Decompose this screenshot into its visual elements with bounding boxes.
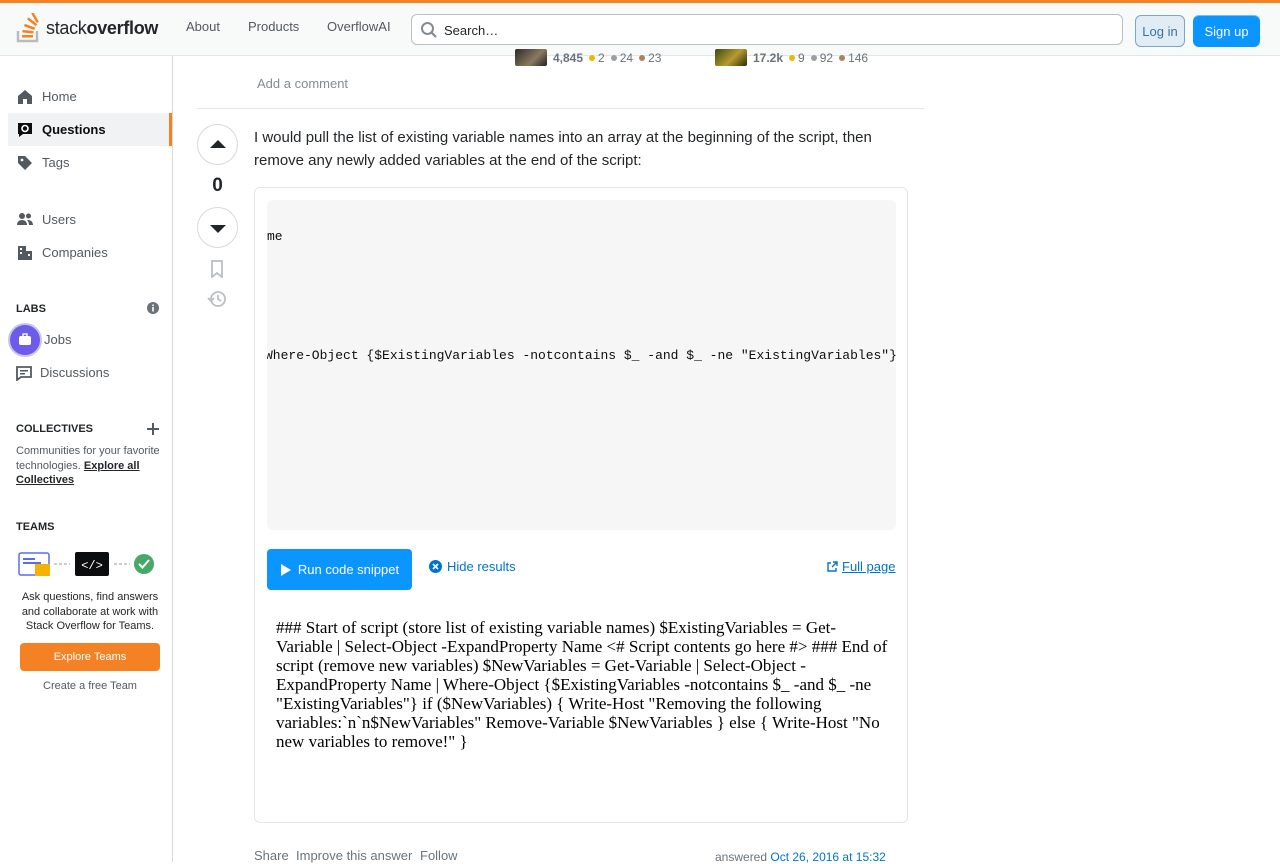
companies-icon (18, 245, 32, 260)
search-box[interactable] (411, 14, 1123, 45)
code-snippet: me Where-Object {$ExistingVariables -not… (254, 187, 908, 823)
silver-badges: 24 (610, 51, 633, 65)
arrow-up-icon (209, 139, 226, 148)
answer-body: I would pull the list of existing variab… (254, 129, 872, 169)
bronze-badges: 23 (639, 51, 661, 65)
gold-badges: 9 (789, 51, 805, 65)
nav-overflowai[interactable]: OverflowAI (327, 19, 391, 34)
home-icon (18, 89, 32, 104)
stack-logo-icon (16, 13, 39, 43)
share-link[interactable]: Share (254, 848, 289, 863)
collectives-blurb: Communities for your favorite technologi… (16, 445, 160, 486)
reputation: 4,845 (553, 50, 584, 65)
labs-header: LABS (16, 303, 46, 315)
gold-badges: 2 (589, 51, 605, 65)
collectives-header: COLLECTIVES (16, 423, 94, 435)
search-icon (421, 22, 437, 38)
login-button[interactable]: Log in (1135, 15, 1185, 47)
create-team-link[interactable]: Create a free Team (16, 679, 164, 694)
sidebar-item-label: Discussions (40, 365, 110, 380)
plus-icon[interactable] (147, 423, 159, 435)
users-icon (17, 212, 33, 225)
code-line: Where-Object {$ExistingVariables -notcon… (267, 348, 896, 363)
explore-teams-button[interactable]: Explore Teams (20, 643, 160, 671)
play-icon (280, 563, 291, 576)
avatar[interactable] (515, 49, 547, 66)
teams-illustration: </> (18, 552, 154, 576)
jobs-icon (10, 324, 40, 355)
sidebar-item-tags[interactable]: Tags (8, 146, 172, 179)
sidebar-item-jobs[interactable]: Jobs (8, 323, 172, 356)
svg-text:</>: </> (81, 559, 103, 573)
silver-badges: 92 (810, 51, 833, 65)
follow-link[interactable]: Follow (420, 848, 458, 863)
reputation: 17.2k (753, 50, 784, 65)
discussions-icon (16, 365, 32, 381)
nav-products[interactable]: Products (248, 19, 299, 34)
sidebar-item-users[interactable]: Users (8, 203, 172, 236)
teams-header: TEAMS (16, 521, 55, 533)
divider (197, 108, 924, 109)
questions-icon (18, 122, 32, 137)
snippet-result: ### Start of script (store list of exist… (276, 618, 888, 751)
hide-results-button[interactable]: Hide results (429, 559, 516, 574)
sidebar-item-label: Jobs (44, 332, 72, 347)
add-comment-link[interactable]: Add a comment (257, 76, 348, 91)
signup-button[interactable]: Sign up (1193, 15, 1260, 47)
sidebar-item-label: Tags (42, 155, 70, 170)
improve-answer-link[interactable]: Improve this answer (296, 848, 412, 863)
top-bar: stackoverflow About Products OverflowAI … (0, 0, 1280, 56)
avatar[interactable] (715, 49, 747, 66)
sidebar-item-home[interactable]: Home (8, 80, 172, 113)
sidebar-item-label: Users (42, 212, 76, 227)
vote-count: 0 (212, 175, 223, 196)
info-icon[interactable] (147, 302, 159, 314)
nav-about[interactable]: About (186, 19, 220, 34)
close-circle-icon (429, 560, 442, 573)
teams-blurb: Ask questions, find answers and collabor… (21, 591, 159, 632)
sidebar-item-label: Home (42, 89, 77, 104)
stackoverflow-logo[interactable]: stackoverflow (16, 12, 158, 44)
external-link-icon (827, 560, 838, 572)
sidebar-item-questions[interactable]: Questions (8, 113, 172, 146)
tag-icon (18, 155, 32, 170)
bronze-badges: 146 (839, 51, 868, 65)
user-card: 17.2k 9 92 146 (715, 49, 868, 66)
code-line: me (267, 229, 283, 244)
sidebar-item-label: Questions (42, 122, 106, 137)
arrow-down-icon (209, 224, 226, 233)
history-icon[interactable] (207, 290, 227, 308)
left-sidebar: Home Questions Tags Users Companies LABS… (0, 56, 173, 862)
logo-text: stackoverflow (46, 17, 159, 38)
full-page-link[interactable]: Full page (826, 559, 895, 574)
downvote-button[interactable] (197, 207, 238, 248)
sidebar-item-label: Companies (42, 245, 108, 260)
sidebar-item-companies[interactable]: Companies (8, 236, 172, 269)
search-input[interactable] (444, 20, 1104, 40)
run-snippet-button[interactable]: Run code snippet (267, 549, 412, 590)
user-card: 4,845 2 24 23 (515, 49, 661, 66)
bookmark-icon[interactable] (209, 260, 225, 278)
upvote-button[interactable] (197, 124, 238, 165)
sidebar-item-discussions[interactable]: Discussions (8, 356, 172, 389)
code-block[interactable]: me Where-Object {$ExistingVariables -not… (267, 200, 896, 530)
